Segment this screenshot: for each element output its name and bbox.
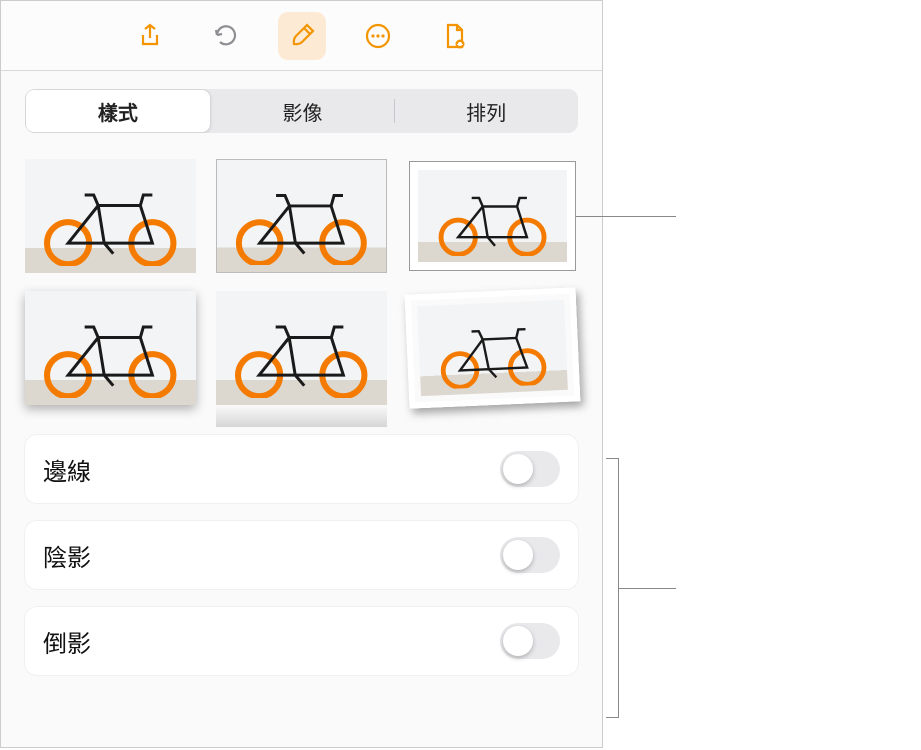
format-tabs: 樣式 影像 排列 (25, 89, 578, 133)
style-preset-thin-border[interactable] (216, 159, 387, 273)
callout-line-options (618, 588, 676, 589)
tab-style[interactable]: 樣式 (25, 89, 211, 133)
callout-line-styles (576, 216, 676, 217)
option-border-toggle[interactable] (500, 451, 560, 487)
more-button[interactable] (354, 12, 402, 60)
option-shadow-toggle[interactable] (500, 537, 560, 573)
format-button[interactable] (278, 12, 326, 60)
style-preset-tilted-photo[interactable] (405, 287, 581, 408)
option-reflection-row: 倒影 (25, 607, 578, 675)
option-border-label: 邊線 (43, 452, 91, 487)
format-panel: 樣式 影像 排列 邊線 陰影 倒影 (0, 0, 603, 748)
style-presets-grid (25, 159, 578, 405)
tab-image[interactable]: 影像 (211, 89, 395, 133)
style-preset-frame[interactable] (407, 159, 578, 273)
option-reflection-label: 倒影 (43, 624, 91, 659)
style-preset-reflection[interactable] (216, 291, 387, 405)
top-toolbar (1, 1, 602, 71)
option-reflection-toggle[interactable] (500, 623, 560, 659)
option-border-row: 邊線 (25, 435, 578, 503)
callout-bracket-bottom (606, 717, 618, 718)
document-view-button[interactable] (430, 12, 478, 60)
tab-arrange[interactable]: 排列 (394, 89, 578, 133)
style-preset-shadow[interactable] (25, 291, 196, 405)
style-preset-plain[interactable] (25, 159, 196, 273)
option-shadow-label: 陰影 (43, 538, 91, 573)
option-shadow-row: 陰影 (25, 521, 578, 589)
callout-bracket-top (606, 458, 618, 459)
undo-button[interactable] (202, 12, 250, 60)
share-button[interactable] (126, 12, 174, 60)
